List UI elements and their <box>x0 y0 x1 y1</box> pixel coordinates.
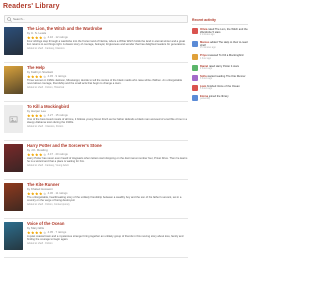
book-meta: Added to shelf · Fiction, Contemporary <box>27 202 70 206</box>
book-description: The unforgettable, heartbreaking story o… <box>27 195 182 202</box>
feed-item[interactable]: Emma joined the library yesterday <box>192 95 248 102</box>
book-meta: Added to shelf · Fantasy, Young Adult <box>27 163 69 167</box>
avatar[interactable] <box>192 40 198 47</box>
book-item[interactable]: The Lion, the Witch and the Wardrobe by C… <box>4 26 188 63</box>
feed-item[interactable]: Daniel rated Harry Potter 4 stars 2 hours… <box>192 64 248 71</box>
book-description: One of the best-loved novels of all time… <box>27 117 187 124</box>
feed-action: joined the library <box>208 95 229 99</box>
feed-action: rated The Lion, the Witch and the Wardro… <box>200 27 248 34</box>
feed-body: Daniel rated Harry Potter 4 stars 2 hours… <box>200 65 248 71</box>
feed-body: Olivia rated The Lion, the Witch and the… <box>200 28 248 37</box>
search-icon <box>5 16 13 23</box>
book-description: Harry Potter has never even heard of Hog… <box>27 156 188 163</box>
star-rating[interactable] <box>27 113 47 118</box>
feed-time: 1 hour ago <box>200 57 211 60</box>
app-logo[interactable]: Readers' Library <box>3 3 60 10</box>
book-meta: Added to shelf · Fiction, Historical <box>27 85 65 89</box>
avatar[interactable] <box>192 84 198 91</box>
activity-feed: Olivia rated The Lion, the Witch and the… <box>192 27 248 102</box>
star-rating[interactable] <box>27 35 47 40</box>
book-cover[interactable] <box>4 183 23 211</box>
feed-time: yesterday <box>200 98 210 101</box>
book-info: Harry Potter and the Sorcerer's Stone by … <box>27 143 188 179</box>
feed-body: Liam finished Voice of the Ocean 5 hours … <box>200 85 248 91</box>
header: Readers' Library <box>0 0 250 12</box>
rating-summary: 4.45 · 9 ratings <box>47 74 67 79</box>
search-input[interactable] <box>13 15 187 23</box>
book-cover[interactable] <box>4 144 23 172</box>
sidebar: Recent activity Olivia rated The Lion, t… <box>192 14 248 105</box>
search-bar <box>4 15 188 23</box>
book-cover[interactable] <box>4 222 23 250</box>
feed-body: Marcus added The Help to their to-read s… <box>200 41 248 50</box>
star-icon[interactable] <box>42 113 47 118</box>
rating-summary: 4.47 · 20 ratings <box>47 152 68 157</box>
feed-time: 2 minutes ago <box>200 33 215 36</box>
feed-body: Priya reviewed To Kill a Mockingbird 1 ho… <box>200 54 248 60</box>
book-description: A quiet coastal town and a mysterious st… <box>27 234 184 241</box>
star-icon[interactable] <box>42 74 47 79</box>
sidebar-heading: Recent activity <box>192 18 248 25</box>
star-icon[interactable] <box>42 152 47 157</box>
book-cover[interactable] <box>4 27 23 55</box>
book-item[interactable]: The Help by Kathryn Stockett 4.45 · 9 rati… <box>4 65 188 102</box>
avatar[interactable] <box>192 95 198 102</box>
book-meta: Added to shelf · Fiction <box>27 241 53 245</box>
feed-item[interactable]: Liam finished Voice of the Ocean 5 hours … <box>192 84 248 91</box>
feed-item[interactable]: Sofia started reading The Kite Runner 3 h… <box>192 74 248 81</box>
feed-item[interactable]: Priya reviewed To Kill a Mockingbird 1 ho… <box>192 54 248 61</box>
rating-summary: 4.16 · 12 ratings <box>47 35 68 40</box>
book-description: Four siblings step through a wardrobe in… <box>27 39 186 46</box>
feed-time: 5 hours ago <box>200 88 213 91</box>
rating-summary: 4.05 · 7 ratings <box>47 230 67 235</box>
avatar[interactable] <box>192 54 198 61</box>
book-meta: Added to shelf · Classics, Fiction <box>27 124 64 128</box>
book-item[interactable]: Harry Potter and the Sorcerer's Stone by … <box>4 143 188 180</box>
feed-item[interactable]: Marcus added The Help to their to-read s… <box>192 40 248 50</box>
star-icon[interactable] <box>42 35 47 40</box>
rating-summary: 4.27 · 15 ratings <box>47 113 68 118</box>
avatar[interactable] <box>192 74 198 81</box>
book-item[interactable]: Voice of the Ocean by Mary Ellis 4.05 · 7 … <box>4 221 188 258</box>
image-placeholder-icon <box>9 115 18 123</box>
star-rating[interactable] <box>27 152 47 157</box>
book-info: The Help by Kathryn Stockett 4.45 · 9 rati… <box>27 65 188 101</box>
avatar[interactable] <box>192 27 198 34</box>
feed-item[interactable]: Olivia rated The Lion, the Witch and the… <box>192 27 248 37</box>
feed-time: 15 minutes ago <box>200 47 216 50</box>
book-description: Three women in 1960s Jackson, Mississipp… <box>27 78 183 85</box>
book-info: The Kite Runner by Khaled Hosseini 4.30 · … <box>27 182 188 218</box>
book-cover[interactable] <box>4 66 23 94</box>
book-list: The Lion, the Witch and the Wardrobe by C… <box>4 26 188 258</box>
rating-summary: 4.30 · 11 ratings <box>47 191 68 196</box>
book-item[interactable]: To Kill a Mockingbird by Harper Lee 4.27 ·… <box>4 104 188 141</box>
feed-action: rated Harry Potter 4 stars <box>208 64 239 68</box>
feed-time: 3 hours ago <box>200 77 213 80</box>
feed-user-link[interactable]: Priya <box>200 54 207 57</box>
feed-time: 2 hours ago <box>200 67 213 70</box>
star-rating[interactable] <box>27 230 47 235</box>
avatar[interactable] <box>192 64 198 71</box>
book-info: The Lion, the Witch and the Wardrobe by C… <box>27 26 188 62</box>
star-icon[interactable] <box>42 230 47 235</box>
feed-body: Sofia started reading The Kite Runner 3 h… <box>200 75 248 81</box>
book-info: Voice of the Ocean by Mary Ellis 4.05 · 7 … <box>27 221 188 257</box>
feed-action: reviewed To Kill a Mockingbird <box>207 54 244 58</box>
book-info: To Kill a Mockingbird by Harper Lee 4.27 ·… <box>27 104 188 140</box>
feed-action: started reading The Kite Runner <box>207 74 246 78</box>
book-meta: Added to shelf · Fantasy, Classics <box>27 46 65 50</box>
star-rating[interactable] <box>27 74 47 79</box>
book-item[interactable]: The Kite Runner by Khaled Hosseini 4.30 · … <box>4 182 188 219</box>
star-icon[interactable] <box>42 191 47 196</box>
star-rating[interactable] <box>27 191 47 196</box>
main-content: The Lion, the Witch and the Wardrobeby C… <box>4 15 188 260</box>
book-cover[interactable] <box>4 105 23 133</box>
feed-body: Emma joined the library yesterday <box>200 95 248 101</box>
